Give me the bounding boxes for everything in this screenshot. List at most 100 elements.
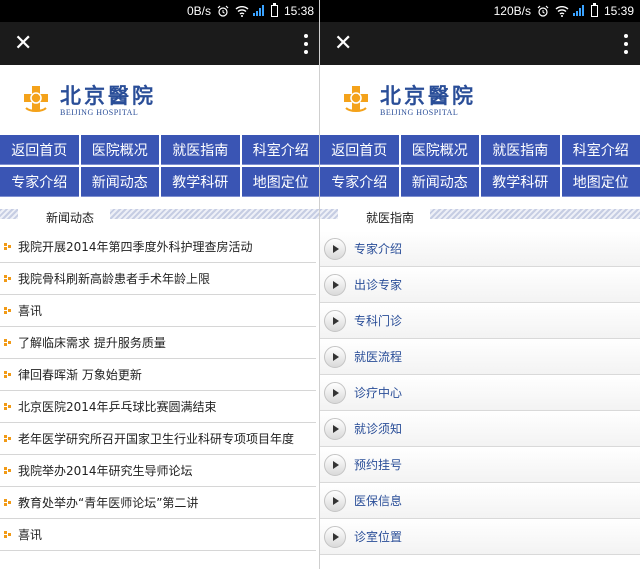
news-title: 律回春晖渐 万象始更新 [18,368,142,382]
guide-item[interactable]: 预约挂号 [320,447,640,483]
signal-icon [572,5,585,17]
news-item[interactable]: 教育处举办“青年医师论坛”第二讲 [0,487,316,519]
news-title: 我院举办2014年研究生导师论坛 [18,464,193,478]
section-title: 就医指南 [338,207,431,227]
play-arrow-icon [324,237,346,260]
nav-experts[interactable]: 专家介绍 [0,167,79,197]
main-nav: 返回首页 医院概况 就医指南 科室介绍 专家介绍 新闻动态 教学科研 地图定位 [320,135,640,197]
play-arrow-icon [324,417,346,440]
guide-item[interactable]: 就诊须知 [320,411,640,447]
section-header: 新闻动态 [0,201,320,227]
section-header: 就医指南 [320,201,640,227]
clock: 15:39 [603,4,634,18]
guide-label: 诊疗中心 [354,386,403,400]
news-title: 教育处举办“青年医师论坛”第二讲 [18,496,199,510]
main-nav: 返回首页 医院概况 就医指南 科室介绍 专家介绍 新闻动态 教学科研 地图定位 [0,135,320,197]
screenshot-composite: 0B/s 15:38 ✕ 北京醫院 BEIJING HOSPITAL 返回首页 … [0,0,640,569]
news-item[interactable]: 我院举办2014年研究生导师论坛 [0,455,316,487]
hospital-logo[interactable]: 北京醫院 BEIJING HOSPITAL [320,65,640,135]
close-icon[interactable]: ✕ [334,32,352,55]
section-title: 新闻动态 [18,207,111,227]
network-speed: 0B/s [186,4,211,18]
guide-label: 出诊专家 [354,278,403,292]
play-arrow-icon [324,525,346,548]
bullet-icon [4,243,12,251]
news-item[interactable]: 我院骨科刷新高龄患者手术年龄上限 [0,263,316,295]
news-title: 老年医学研究所召开国家卫生行业科研专项项目年度 [18,432,295,446]
status-bar: 0B/s 15:38 [0,0,320,22]
news-item[interactable]: 喜讯 [0,519,316,551]
nav-home[interactable]: 返回首页 [0,135,79,165]
network-speed: 120B/s [493,4,531,18]
guide-label: 就医流程 [354,350,403,364]
battery-icon [590,3,598,17]
guide-label: 诊室位置 [354,530,403,544]
more-vertical-icon[interactable] [304,33,308,54]
news-title: 喜讯 [18,304,43,318]
battery-icon [270,3,278,17]
left-screen: 0B/s 15:38 ✕ 北京醫院 BEIJING HOSPITAL 返回首页 … [0,0,320,569]
guide-label: 就诊须知 [354,422,403,436]
news-title: 我院开展2014年第四季度外科护理查房活动 [18,240,253,254]
signal-icon [252,5,265,17]
browser-toolbar: ✕ [320,22,640,65]
guide-item[interactable]: 医保信息 [320,483,640,519]
play-arrow-icon [324,381,346,404]
guide-item[interactable]: 专科门诊 [320,303,640,339]
right-screen: 120B/s 15:39 ✕ 北京醫院 BEIJING HOSPITAL 返回首… [320,0,640,569]
guide-item[interactable]: 诊室位置 [320,519,640,555]
nav-departments[interactable]: 科室介绍 [241,135,320,165]
bullet-icon [4,403,12,411]
nav-news[interactable]: 新闻动态 [400,167,479,197]
news-title: 我院骨科刷新高龄患者手术年龄上限 [18,272,211,286]
nav-news[interactable]: 新闻动态 [80,167,159,197]
bullet-icon [4,467,12,475]
more-vertical-icon[interactable] [624,33,628,54]
guide-list: 专家介绍 出诊专家 专科门诊 就医流程 诊疗中心 就诊须知 预约挂号 医保信息 … [320,231,640,555]
guide-item[interactable]: 就医流程 [320,339,640,375]
guide-label: 专科门诊 [354,314,403,328]
news-item[interactable]: 我院开展2014年第四季度外科护理查房活动 [0,231,316,263]
guide-item[interactable]: 出诊专家 [320,267,640,303]
news-item[interactable]: 喜讯 [0,295,316,327]
nav-map[interactable]: 地图定位 [561,167,640,197]
guide-label: 预约挂号 [354,458,403,472]
nav-home[interactable]: 返回首页 [320,135,399,165]
news-item[interactable]: 了解临床需求 提升服务质量 [0,327,316,359]
nav-research[interactable]: 教学科研 [161,167,240,197]
news-title: 喜讯 [18,528,43,542]
hospital-emblem-icon [20,84,52,116]
play-arrow-icon [324,273,346,296]
status-bar: 120B/s 15:39 [320,0,640,22]
wifi-icon [555,5,569,17]
nav-overview[interactable]: 医院概况 [400,135,479,165]
play-arrow-icon [324,489,346,512]
alarm-icon [537,5,549,17]
guide-label: 专家介绍 [354,242,403,256]
news-list: 我院开展2014年第四季度外科护理查房活动 我院骨科刷新高龄患者手术年龄上限 喜… [0,231,320,551]
nav-experts[interactable]: 专家介绍 [320,167,399,197]
nav-overview[interactable]: 医院概况 [80,135,159,165]
logo-chinese: 北京醫院 [60,82,156,108]
guide-item[interactable]: 诊疗中心 [320,375,640,411]
bullet-icon [4,435,12,443]
hospital-emblem-icon [340,84,372,116]
guide-item[interactable]: 专家介绍 [320,231,640,267]
news-item[interactable]: 北京医院2014年乒乓球比赛圆满结束 [0,391,316,423]
news-item[interactable]: 律回春晖渐 万象始更新 [0,359,316,391]
guide-label: 医保信息 [354,494,403,508]
nav-guide[interactable]: 就医指南 [481,135,560,165]
nav-guide[interactable]: 就医指南 [161,135,240,165]
nav-departments[interactable]: 科室介绍 [561,135,640,165]
play-arrow-icon [324,453,346,476]
news-item[interactable]: 老年医学研究所召开国家卫生行业科研专项项目年度 [0,423,316,455]
news-title: 了解临床需求 提升服务质量 [18,336,166,350]
nav-map[interactable]: 地图定位 [241,167,320,197]
play-arrow-icon [324,309,346,332]
bullet-icon [4,499,12,507]
hospital-logo[interactable]: 北京醫院 BEIJING HOSPITAL [0,65,320,135]
close-icon[interactable]: ✕ [14,32,32,55]
news-title: 北京医院2014年乒乓球比赛圆满结束 [18,400,217,414]
clock: 15:38 [283,4,314,18]
nav-research[interactable]: 教学科研 [481,167,560,197]
